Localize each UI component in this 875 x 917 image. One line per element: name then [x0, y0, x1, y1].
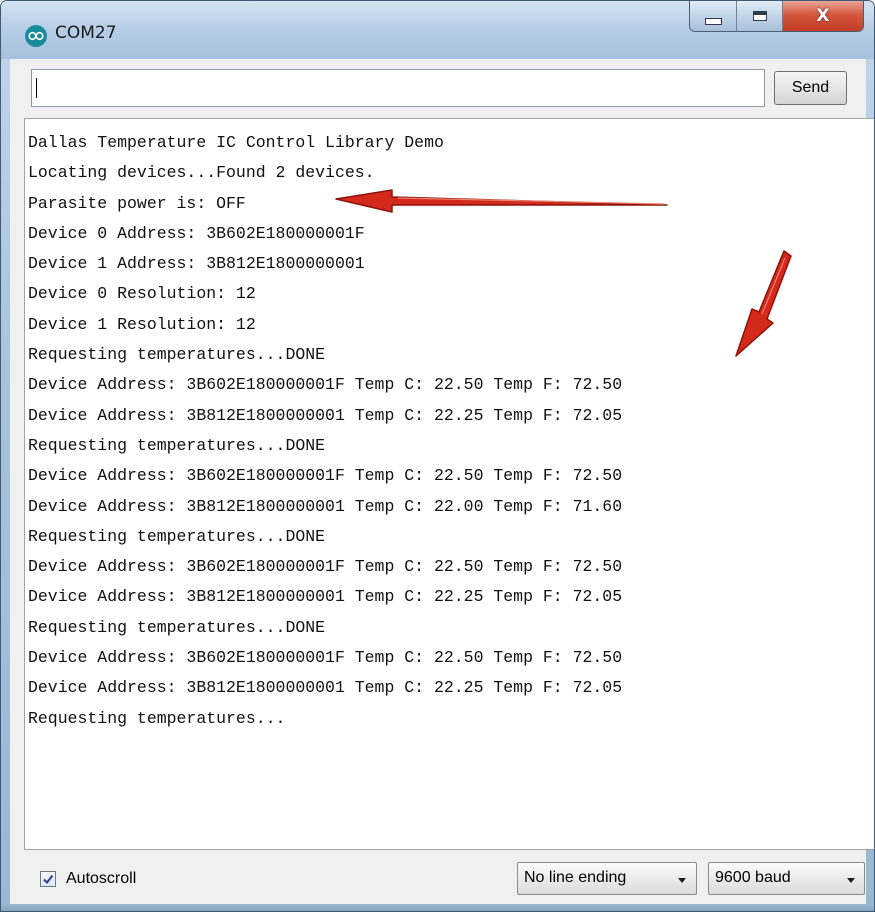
serial-output-line: Locating devices...Found 2 devices. — [28, 163, 375, 183]
serial-output-line: Device Address: 3B812E1800000001 Temp C:… — [28, 587, 623, 607]
checkmark-icon — [43, 874, 54, 885]
client-area: Send Dallas Temperature IC Control Libra… — [10, 59, 874, 904]
baud-rate-value: 9600 baud — [715, 869, 791, 886]
serial-output-line: Device 1 Resolution: 12 — [28, 314, 256, 334]
text-caret — [36, 78, 37, 98]
title-bar[interactable]: COM27 X — [1, 1, 874, 59]
send-button[interactable]: Send — [774, 71, 847, 105]
line-ending-value: No line ending — [524, 869, 627, 886]
window-controls: X — [689, 1, 864, 32]
chevron-down-icon — [847, 878, 855, 883]
autoscroll-checkbox[interactable] — [40, 871, 56, 887]
serial-output-line: Requesting temperatures...DONE — [28, 345, 326, 365]
autoscroll-label: Autoscroll — [66, 870, 137, 887]
minimize-button[interactable] — [690, 1, 738, 31]
serial-output-line: Device 0 Resolution: 12 — [28, 284, 256, 304]
serial-output-line: Device Address: 3B602E180000001F Temp C:… — [28, 648, 623, 668]
serial-output-line: Requesting temperatures...DONE — [28, 526, 326, 546]
serial-output-line: Device Address: 3B602E180000001F Temp C:… — [28, 375, 623, 395]
close-icon: X — [816, 6, 830, 26]
window-title: COM27 — [55, 23, 117, 43]
chevron-down-icon — [678, 878, 686, 883]
window-bottom-border — [1, 904, 874, 911]
maximize-button[interactable] — [737, 1, 783, 31]
serial-output-line: Requesting temperatures...DONE — [28, 617, 326, 637]
serial-output-line: Dallas Temperature IC Control Library De… — [28, 133, 444, 152]
baud-rate-select[interactable]: 9600 baud — [708, 862, 865, 895]
close-button[interactable]: X — [782, 1, 863, 31]
serial-output-line: Device Address: 3B812E1800000001 Temp C:… — [28, 496, 623, 516]
serial-output-line: Device Address: 3B812E1800000001 Temp C:… — [28, 678, 623, 698]
serial-output-line: Device 0 Address: 3B602E180000001F — [28, 223, 365, 243]
serial-output[interactable]: Dallas Temperature IC Control Library De… — [24, 118, 874, 850]
arduino-icon — [25, 25, 47, 47]
serial-output-line: Device Address: 3B812E1800000001 Temp C:… — [28, 405, 623, 425]
serial-input[interactable] — [31, 69, 765, 107]
minimize-icon — [704, 17, 722, 25]
serial-output-line: Device Address: 3B602E180000001F Temp C:… — [28, 557, 623, 577]
maximize-icon — [752, 11, 767, 21]
serial-output-line: Requesting temperatures...DONE — [28, 435, 326, 455]
line-ending-select[interactable]: No line ending — [517, 862, 697, 895]
serial-monitor-window: COM27 X Send Dallas Temperature IC Contr… — [0, 0, 875, 912]
serial-output-line: Parasite power is: OFF — [28, 193, 246, 213]
serial-output-line: Requesting temperatures... — [28, 708, 286, 728]
serial-output-line: Device 1 Address: 3B812E1800000001 — [28, 254, 365, 274]
serial-output-line: Device Address: 3B602E180000001F Temp C:… — [28, 466, 623, 486]
